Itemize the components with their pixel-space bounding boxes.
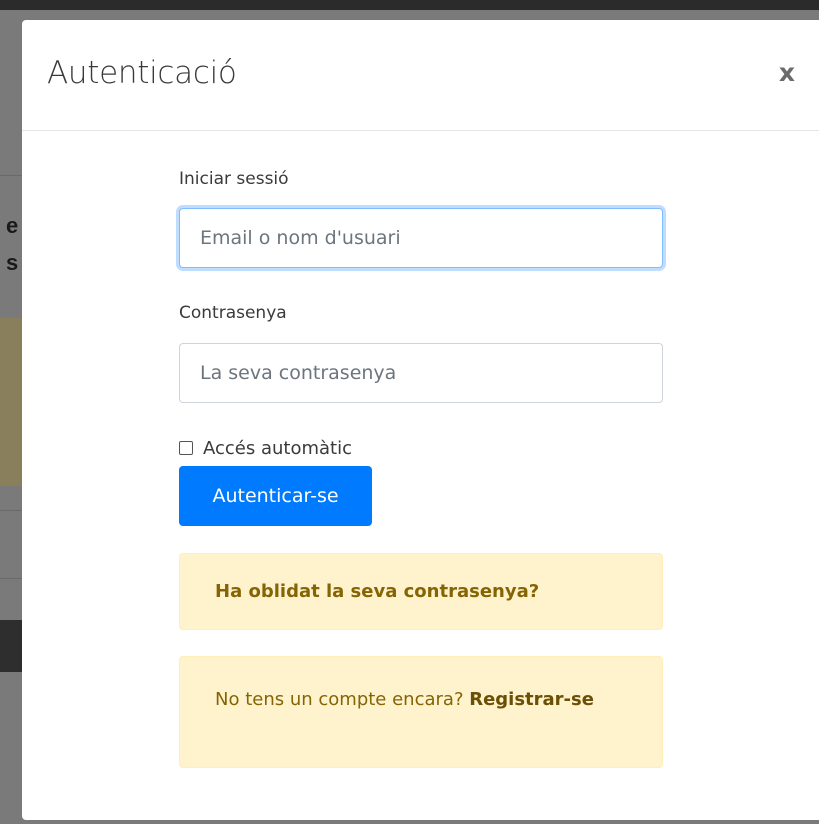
remember-checkbox[interactable]	[179, 441, 193, 455]
username-input[interactable]	[179, 208, 663, 268]
password-input[interactable]	[179, 343, 663, 403]
register-link[interactable]: Registrar-se	[469, 689, 594, 710]
background-text-fragment: e	[6, 213, 19, 238]
forgot-password-link[interactable]: Ha oblidat la seva contrasenya?	[215, 581, 539, 602]
register-alert: No tens un compte encara? Registrar-se	[179, 656, 663, 768]
username-label: Iniciar sessió	[179, 169, 289, 189]
background-footer-fragment	[0, 620, 22, 672]
password-label: Contrasenya	[179, 303, 287, 323]
register-prompt: No tens un compte encara?	[215, 689, 470, 710]
background-navbar	[0, 0, 819, 10]
background-alert-fragment	[0, 318, 22, 486]
background-text-fragment: s	[6, 250, 19, 275]
forgot-password-alert: Ha oblidat la seva contrasenya?	[179, 553, 663, 630]
close-button[interactable]: x	[779, 58, 795, 87]
modal-title: Autenticació	[47, 55, 237, 91]
remember-row: Accés automàtic	[179, 436, 352, 460]
submit-button[interactable]: Autenticar-se	[179, 466, 372, 526]
background-divider	[0, 175, 22, 176]
login-modal: Autenticació x Iniciar sessió Contraseny…	[22, 20, 819, 820]
modal-header: Autenticació x	[22, 20, 819, 131]
remember-label[interactable]: Accés automàtic	[203, 438, 352, 459]
background-divider	[0, 578, 22, 579]
background-divider	[0, 510, 22, 511]
register-text: No tens un compte encara? Registrar-se	[215, 682, 625, 717]
